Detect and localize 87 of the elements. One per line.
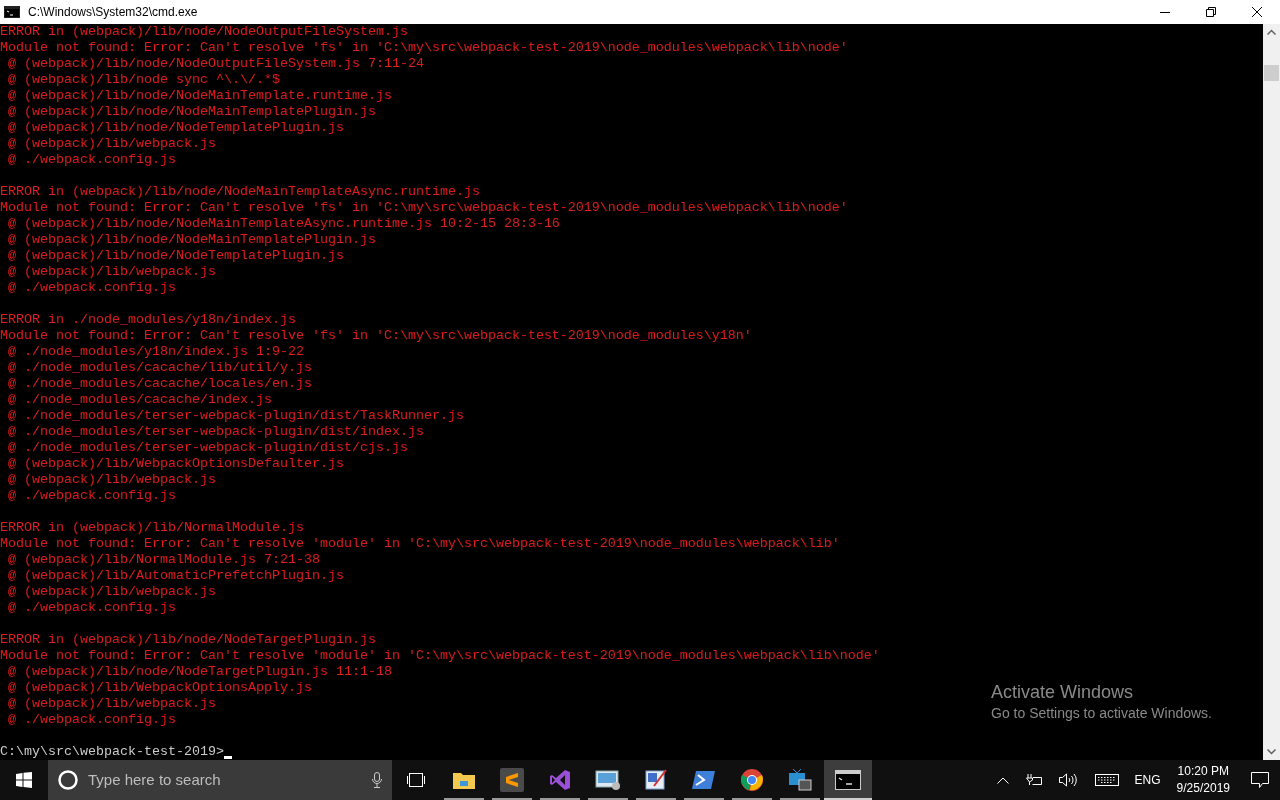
visual-studio-icon xyxy=(548,768,572,792)
folder-icon xyxy=(452,770,476,790)
scroll-thumb[interactable] xyxy=(1264,65,1279,81)
running-indicator xyxy=(444,798,484,800)
restore-icon xyxy=(1206,7,1216,17)
error-line: Module not found: Error: Can't resolve 'fs' in 'C:\my\src\webpack-test-2019\node_modules\webpack\lib\node' xyxy=(0,200,848,216)
error-line: @ (webpack)/lib/node/NodeMainTemplateAsync.runtime.js 10:2-15 28:3-16 xyxy=(7,216,560,232)
error-line: ERROR in (webpack)/lib/node/NodeTargetPlugin.js xyxy=(0,632,376,648)
error-line: @ ./webpack.config.js xyxy=(7,280,176,296)
error-line: @ (webpack)/lib/webpack.js xyxy=(7,264,216,280)
close-icon xyxy=(1252,7,1262,17)
error-line: @ ./node_modules/terser-webpack-plugin/dist/cjs.js xyxy=(7,440,408,456)
keyboard-icon[interactable] xyxy=(1094,774,1119,786)
powershell-icon xyxy=(692,770,716,790)
error-line: @ ./webpack.config.js xyxy=(7,152,176,168)
command-prompt: C:\my\src\webpack-test-2019> xyxy=(0,744,224,760)
error-line: @ (webpack)/lib/node/NodeMainTemplate.runtime.js xyxy=(7,88,392,104)
command-prompt-icon xyxy=(835,770,861,790)
battery-icon[interactable] xyxy=(1024,774,1043,786)
activation-message: Go to Settings to activate Windows. xyxy=(991,704,1212,723)
running-indicator xyxy=(492,798,532,800)
error-line: @ (webpack)/lib/AutomaticPrefetchPlugin.js xyxy=(7,568,344,584)
console-icon xyxy=(4,6,20,18)
chevron-up-icon[interactable] xyxy=(996,776,1009,784)
error-line: @ ./node_modules/y18n/index.js 1:9-22 xyxy=(7,344,304,360)
running-indicator xyxy=(540,798,580,800)
error-line: @ ./node_modules/terser-webpack-plugin/dist/TaskRunner.js xyxy=(7,408,464,424)
microphone-icon xyxy=(372,772,382,788)
error-line: @ (webpack)/lib/NormalModule.js 7:21-38 xyxy=(7,552,320,568)
chrome-icon xyxy=(740,768,764,792)
volume-icon[interactable] xyxy=(1058,773,1077,787)
error-line: Module not found: Error: Can't resolve 'module' in 'C:\my\src\webpack-test-2019\node_modules\webpack\lib' xyxy=(0,536,840,552)
clock-time: 10:20 PM xyxy=(1177,763,1229,780)
error-line: @ (webpack)/lib/node/NodeMainTemplatePlugin.js xyxy=(7,232,376,248)
error-line: ERROR in (webpack)/lib/node/NodeOutputFileSystem.js xyxy=(0,24,408,40)
error-line: @ ./node_modules/cacache/locales/en.js xyxy=(7,376,312,392)
scroll-down-icon[interactable] xyxy=(1267,749,1276,755)
running-indicator xyxy=(588,798,628,800)
running-indicator xyxy=(732,798,772,800)
text-cursor xyxy=(223,756,232,759)
error-line: @ ./node_modules/cacache/index.js xyxy=(7,392,272,408)
error-line: ERROR in ./node_modules/y18n/index.js xyxy=(0,312,296,328)
error-line: Module not found: Error: Can't resolve 'fs' in 'C:\my\src\webpack-test-2019\node_modules\webpack\lib\node' xyxy=(0,40,848,56)
error-line: @ (webpack)/lib/node/NodeTemplatePlugin.js xyxy=(7,120,344,136)
error-line: @ (webpack)/lib/WebpackOptionsApply.js xyxy=(7,680,312,696)
search-input[interactable]: Type here to search xyxy=(88,768,372,792)
error-line: @ ./node_modules/terser-webpack-plugin/dist/index.js xyxy=(7,424,424,440)
running-indicator xyxy=(824,798,872,800)
running-indicator xyxy=(636,798,676,800)
error-line: @ (webpack)/lib/webpack.js xyxy=(7,696,216,712)
minimize-icon xyxy=(1160,11,1170,13)
notifications-icon xyxy=(1251,772,1269,788)
window-title: C:\Windows\System32\cmd.exe xyxy=(28,4,198,21)
error-line: ERROR in (webpack)/lib/NormalModule.js xyxy=(0,520,304,536)
sublime-text-icon xyxy=(500,768,524,792)
windows-logo-icon xyxy=(16,772,32,788)
search-field[interactable]: Type here to search xyxy=(48,760,392,800)
error-line: @ (webpack)/lib/node/NodeMainTemplatePlugin.js xyxy=(7,104,376,120)
task-view-icon xyxy=(405,773,427,787)
error-line: @ (webpack)/lib/node/NodeTargetPlugin.js 11:1-18 xyxy=(7,664,392,680)
clock-date: 9/25/2019 xyxy=(1176,780,1230,797)
clock[interactable]: 10:20 PM 9/25/2019 xyxy=(1176,763,1230,797)
running-indicator xyxy=(684,798,724,800)
error-line: @ (webpack)/lib/node/NodeOutputFileSystem.js 7:11-24 xyxy=(7,56,424,72)
language-indicator[interactable]: ENG xyxy=(1134,771,1161,789)
error-line: @ (webpack)/lib/node/NodeTemplatePlugin.js xyxy=(7,248,344,264)
error-line: @ (webpack)/lib/webpack.js xyxy=(7,472,216,488)
error-line: @ ./webpack.config.js xyxy=(7,488,176,504)
error-line: @ (webpack)/lib/node sync ^\.\/.*$ xyxy=(7,72,280,88)
error-line: Module not found: Error: Can't resolve 'fs' in 'C:\my\src\webpack-test-2019\node_modules\y18n' xyxy=(0,328,752,344)
error-line: @ (webpack)/lib/webpack.js xyxy=(7,136,216,152)
error-line: @ (webpack)/lib/WebpackOptionsDefaulter.js xyxy=(7,456,344,472)
tv-app-icon xyxy=(788,768,812,792)
error-line: @ (webpack)/lib/webpack.js xyxy=(7,584,216,600)
scrollbar[interactable] xyxy=(1263,24,1280,760)
scroll-up-icon[interactable] xyxy=(1267,29,1276,35)
activation-title: Activate Windows xyxy=(991,681,1135,703)
error-line: ERROR in (webpack)/lib/node/NodeMainTemplateAsync.runtime.js xyxy=(0,184,480,200)
error-line: Module not found: Error: Can't resolve 'module' in 'C:\my\src\webpack-test-2019\node_modules\webpack\lib\node' xyxy=(0,648,880,664)
error-line: @ ./webpack.config.js xyxy=(7,712,176,728)
running-indicator xyxy=(780,798,820,800)
paint-icon xyxy=(644,768,668,792)
photo-viewer-icon xyxy=(595,769,621,791)
taskbar-app-button[interactable] xyxy=(824,760,872,800)
error-line: @ ./webpack.config.js xyxy=(7,600,176,616)
error-line: @ ./node_modules/cacache/lib/util/y.js xyxy=(7,360,312,376)
cortana-icon xyxy=(58,770,78,790)
